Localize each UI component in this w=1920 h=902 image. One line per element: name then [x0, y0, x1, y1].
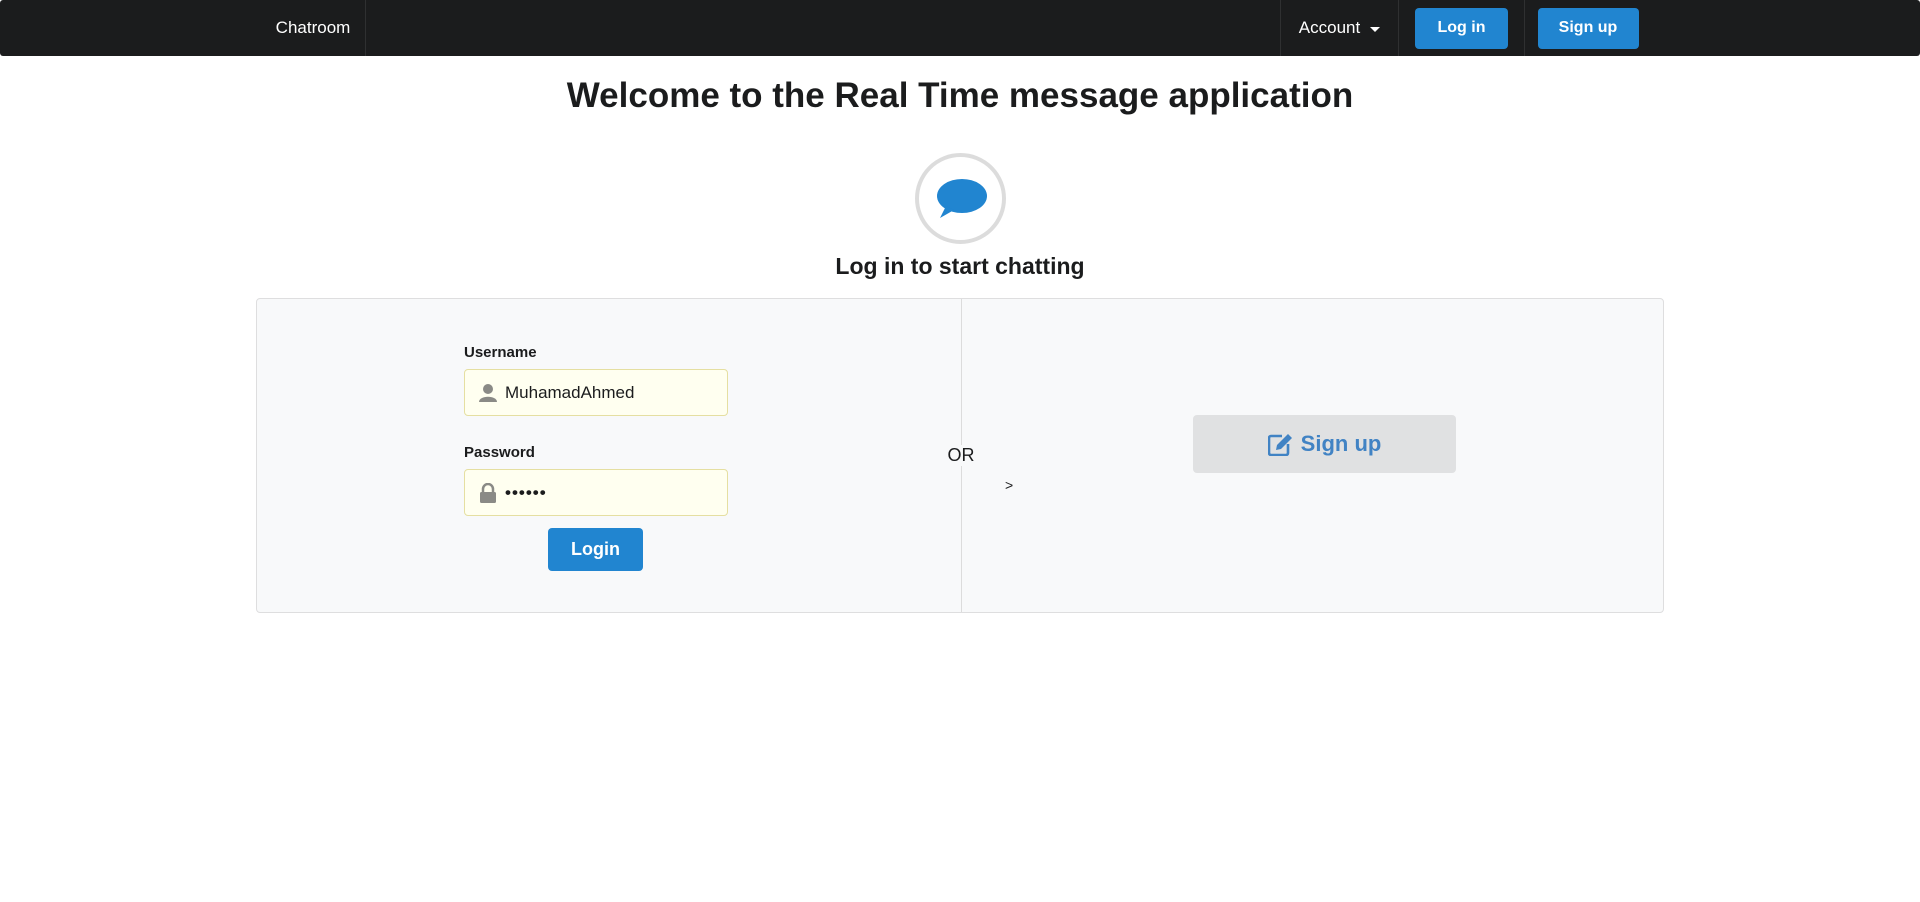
edit-icon	[1267, 434, 1292, 456]
page-title: Welcome to the Real Time message applica…	[566, 76, 1354, 115]
nav-login-button[interactable]: Log in	[1415, 7, 1508, 49]
account-dropdown[interactable]: Account	[1280, 0, 1399, 56]
login-form: Username Password	[464, 344, 728, 544]
username-field-wrapper	[464, 369, 728, 416]
brand-link[interactable]: Chatroom	[257, 0, 366, 56]
top-menu: Chatroom Account Log in Sign up	[0, 0, 1920, 56]
nav-signup-button[interactable]: Sign up	[1537, 7, 1639, 49]
username-label: Username	[464, 344, 537, 361]
or-divider-label: OR	[935, 445, 987, 466]
account-dropdown-label: Account	[1298, 18, 1361, 37]
login-submit-button[interactable]: Login	[548, 528, 643, 571]
login-segment: Username Password Login OR > Sign up	[256, 298, 1664, 613]
password-label: Password	[464, 444, 535, 461]
nav-signup-cell: Sign up	[1526, 0, 1650, 56]
chat-logo	[915, 153, 1006, 244]
stray-text: >	[1005, 477, 1014, 493]
signup-panel-button-label: Sign up	[1300, 431, 1382, 456]
page-subtitle: Log in to start chatting	[835, 253, 1085, 279]
password-input[interactable]	[505, 470, 723, 515]
chat-bubble-icon	[936, 178, 987, 218]
nav-login-cell: Log in	[1399, 0, 1525, 56]
caret-down-icon	[1370, 26, 1381, 32]
user-icon	[479, 384, 497, 402]
username-input[interactable]	[505, 370, 723, 415]
lock-icon	[480, 483, 496, 503]
signup-panel-button[interactable]: Sign up	[1193, 415, 1456, 473]
password-field-wrapper	[464, 469, 728, 516]
